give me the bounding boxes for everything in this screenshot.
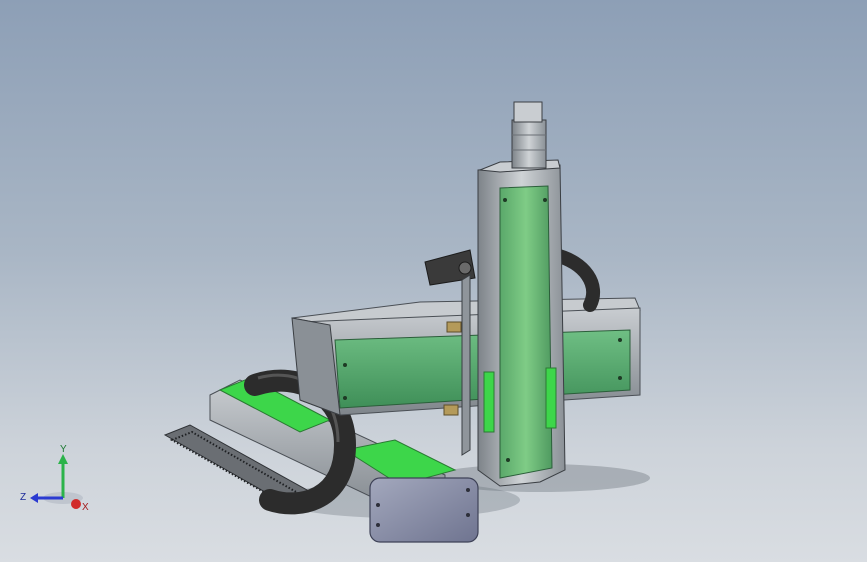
z-axis-arrow [30, 493, 38, 503]
screw [543, 198, 547, 202]
3d-viewport[interactable]: Y Z X [0, 0, 867, 562]
screw [506, 458, 510, 462]
gantry-model[interactable] [0, 0, 867, 562]
screw [376, 523, 380, 527]
orientation-triad[interactable]: Y Z X [18, 440, 98, 520]
bracket [446, 321, 462, 333]
bracket [443, 404, 459, 416]
z-motor [511, 119, 547, 169]
screw [343, 396, 347, 400]
chain-mount-hole [458, 261, 472, 275]
y-end-cover [369, 477, 479, 543]
screw [376, 503, 380, 507]
triad-x-label: X [82, 502, 89, 513]
triad-z-label: Z [20, 492, 26, 503]
triad-y-label: Y [60, 444, 67, 455]
screw [466, 488, 470, 492]
x-axis-ball [71, 499, 81, 509]
y-axis-arrow [58, 454, 68, 464]
z-limit-switch [545, 367, 557, 429]
screw [618, 376, 622, 380]
z-column-side [461, 274, 471, 456]
screw [618, 338, 622, 342]
screw [466, 513, 470, 517]
screw [343, 363, 347, 367]
z-motor-cap [513, 101, 543, 123]
z-green-cover [499, 185, 553, 479]
z-axis-module[interactable] [461, 101, 566, 487]
z-limit-switch [483, 371, 495, 433]
screw [503, 198, 507, 202]
